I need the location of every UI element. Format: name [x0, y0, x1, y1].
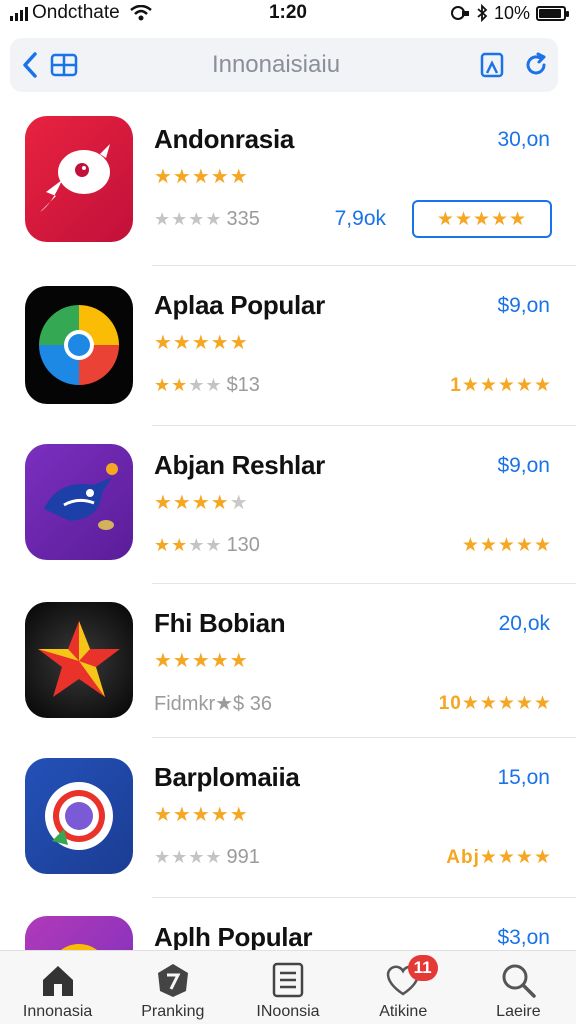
- tab-bar: Innonasia Pranking INoonsia 11 Atikine L…: [0, 950, 576, 1024]
- notification-badge: 11: [407, 955, 438, 981]
- top-bar-title[interactable]: Innonaisiaiu: [82, 51, 470, 79]
- app-price[interactable]: 15,on: [497, 766, 550, 790]
- app-meta: ★★★★ 130 ★★★★★: [154, 530, 552, 560]
- app-price[interactable]: $3,on: [497, 926, 550, 950]
- app-name[interactable]: Aplaa Popular: [154, 290, 325, 321]
- sub-rating-stars: ★★★★: [154, 534, 223, 555]
- tab-home[interactable]: Innonasia: [0, 951, 115, 1024]
- rate-button[interactable]: 10★★★★★: [439, 692, 552, 715]
- search-icon: [497, 959, 539, 1001]
- camera-app-icon[interactable]: [25, 758, 133, 874]
- wifi-icon: [129, 5, 152, 21]
- battery-icon: [535, 5, 569, 21]
- tab-favorites[interactable]: 11 Atikine: [346, 951, 461, 1024]
- app-name[interactable]: Andonrasia: [154, 124, 294, 155]
- bird-app-icon[interactable]: [25, 444, 133, 560]
- tab-label: Innonasia: [22, 1003, 93, 1020]
- app-meta: Fidmkr★$ 36 10★★★★★: [154, 688, 552, 718]
- app-price[interactable]: 30,on: [497, 128, 550, 152]
- refresh-icon: [526, 52, 546, 75]
- back-button[interactable]: [14, 38, 46, 92]
- app-meta: ★★★★ 991 Abj★★★★: [154, 842, 552, 872]
- app-list: Andonrasia 30,on ★★★★★ ★★★★ 335 7,9ok ★★…: [0, 100, 576, 958]
- status-time: 1:20: [268, 2, 307, 23]
- signal-icon: [10, 5, 28, 21]
- app-price[interactable]: 20,ok: [499, 612, 550, 636]
- app-name[interactable]: Barplomaiia: [154, 762, 300, 793]
- rating-stars: ★★★★★: [154, 492, 249, 514]
- bookmark-button[interactable]: [470, 38, 514, 92]
- app-row[interactable]: Aplaa Popular $9,on ★★★★★ ★★★★ $13 1★★★★…: [0, 266, 576, 426]
- rating-stars: ★★★★★: [154, 166, 249, 188]
- bluetooth-icon: [477, 4, 488, 22]
- ranking-icon: [152, 959, 194, 1001]
- tab-ranking[interactable]: Pranking: [115, 951, 230, 1024]
- rate-button[interactable]: Abj★★★★: [446, 846, 552, 869]
- tab-label: Pranking: [141, 1003, 205, 1020]
- chrome-app-icon[interactable]: [25, 286, 133, 404]
- app-row[interactable]: Aplh Popular $3,on: [0, 898, 576, 958]
- tab-search[interactable]: Laeire: [461, 951, 576, 1024]
- battery-fill: [538, 8, 561, 18]
- rating-stars: ★★★★★: [154, 804, 249, 826]
- app-price[interactable]: $9,on: [497, 294, 550, 318]
- sub-rating-stars: ★★★★: [154, 208, 223, 229]
- review-count: 335: [226, 207, 260, 230]
- sub-rating-stars: ★★★★: [154, 374, 223, 395]
- sub-rating-stars: ★★★★: [154, 846, 223, 867]
- rating-stars: ★★★★★: [154, 650, 249, 672]
- app-meta: ★★★★ $13 1★★★★★: [154, 370, 552, 400]
- chrome-icon: [39, 305, 119, 385]
- app-row[interactable]: Abjan Reshlar $9,on ★★★★★ ★★★★ 130 ★★★★★: [0, 426, 576, 584]
- tab-label: Laeire: [496, 1003, 541, 1020]
- bird-icon: [44, 463, 118, 530]
- app-meta: ★★★★ 335 7,9ok ★★★★★: [154, 200, 552, 238]
- list-icon: [267, 959, 309, 1001]
- rate-button[interactable]: ★★★★★: [412, 200, 552, 238]
- review-count: Fidmkr★$ 36: [154, 692, 272, 715]
- app-name[interactable]: Fhi Bobian: [154, 608, 286, 639]
- rate-button[interactable]: 1★★★★★: [450, 374, 552, 397]
- status-right: 10%: [381, 2, 569, 24]
- review-count: 130: [226, 533, 260, 556]
- rating-stars: ★★★★★: [154, 332, 249, 354]
- app-name[interactable]: Abjan Reshlar: [154, 450, 325, 481]
- fish-icon: [40, 144, 110, 212]
- tab-list[interactable]: INoonsia: [230, 951, 345, 1024]
- star-app-icon[interactable]: [25, 602, 133, 718]
- app-price[interactable]: $9,on: [497, 454, 550, 478]
- app-row[interactable]: Andonrasia 30,on ★★★★★ ★★★★ 335 7,9ok ★★…: [0, 100, 576, 266]
- review-count: $13: [226, 373, 260, 396]
- battery-percent: 10%: [493, 2, 530, 23]
- app-name[interactable]: Aplh Popular: [154, 922, 312, 953]
- status-bar: Ondcthate 1:20 10%: [0, 0, 576, 26]
- download-count: 7,9ok: [334, 207, 386, 230]
- camera-lens-icon: [45, 782, 113, 850]
- home-icon: [37, 959, 79, 1001]
- lock-rotation-icon: [450, 6, 469, 20]
- fish-app-icon[interactable]: [25, 116, 133, 242]
- rate-button[interactable]: ★★★★★: [462, 534, 552, 557]
- top-search-bar[interactable]: Innonaisiaiu: [10, 38, 558, 92]
- review-count: 991: [226, 845, 260, 868]
- app-row[interactable]: Barplomaiia 15,on ★★★★★ ★★★★ 991 Abj★★★★: [0, 738, 576, 898]
- grid-button[interactable]: [46, 38, 82, 92]
- star-icon: [38, 621, 120, 697]
- back-chevron-icon: [23, 52, 37, 78]
- tab-label: INoonsia: [256, 1003, 320, 1020]
- bookmark-icon: [480, 52, 504, 78]
- grid-icon: [50, 53, 78, 77]
- tab-label: Atikine: [379, 1003, 428, 1020]
- status-left: Ondcthate: [10, 2, 195, 24]
- carrier-name: Ondcthate: [32, 2, 120, 23]
- app-row[interactable]: Fhi Bobian 20,ok ★★★★★ Fidmkr★$ 36 10★★★…: [0, 584, 576, 738]
- refresh-button[interactable]: [514, 38, 558, 92]
